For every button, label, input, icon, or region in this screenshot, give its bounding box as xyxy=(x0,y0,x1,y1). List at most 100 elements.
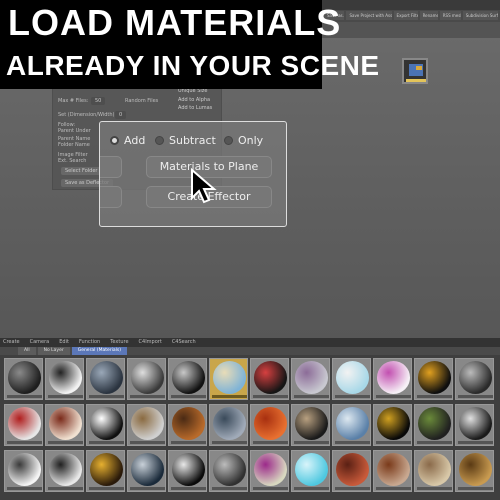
material-name-label xyxy=(48,487,83,490)
material-preview-sphere xyxy=(254,361,287,394)
material-thumbnail[interactable] xyxy=(168,358,207,400)
toolbar-button[interactable]: Export Filter xyxy=(393,11,418,20)
material-thumbnail[interactable] xyxy=(414,358,453,400)
material-preview-sphere xyxy=(131,453,164,486)
material-preview-sphere xyxy=(418,361,451,394)
select-folder-button[interactable]: Select Folder xyxy=(61,167,102,175)
material-thumbnail[interactable] xyxy=(373,450,412,492)
material-preview-sphere xyxy=(295,453,328,486)
material-preview-sphere xyxy=(295,407,328,440)
material-thumbnail[interactable] xyxy=(373,404,412,446)
add-to-alpha-option[interactable]: Add to Alpha xyxy=(178,97,210,103)
material-name-label xyxy=(171,441,206,444)
toolbar-button[interactable]: Subdivision Surface xyxy=(462,11,498,20)
material-thumbnail[interactable] xyxy=(86,358,125,400)
material-name-label xyxy=(253,395,288,398)
material-preview-sphere xyxy=(418,453,451,486)
material-thumbnail[interactable] xyxy=(455,404,494,446)
tab-general[interactable]: General (Materials) xyxy=(71,347,128,355)
material-thumbnail[interactable] xyxy=(291,358,330,400)
material-thumbnail[interactable] xyxy=(455,450,494,492)
image-filter-field[interactable]: Ext. Search xyxy=(58,158,86,164)
material-thumbnail[interactable] xyxy=(332,358,371,400)
material-thumbnail[interactable] xyxy=(45,358,84,400)
material-name-label xyxy=(212,441,247,444)
material-thumbnail[interactable] xyxy=(209,358,248,400)
tab-all[interactable]: All xyxy=(18,347,36,355)
material-thumbnail[interactable] xyxy=(332,404,371,446)
material-thumbnail[interactable] xyxy=(291,404,330,446)
material-name-label xyxy=(458,441,493,444)
material-thumbnail[interactable] xyxy=(455,358,494,400)
material-thumbnail[interactable] xyxy=(414,404,453,446)
material-thumbnail[interactable] xyxy=(45,404,84,446)
material-name-label xyxy=(417,395,452,398)
image-file-icon[interactable] xyxy=(402,58,428,84)
add-to-lumas-option[interactable]: Add to Lumas xyxy=(178,105,212,111)
material-name-label xyxy=(376,487,411,490)
tab-no-layer[interactable]: No Layer xyxy=(37,347,70,355)
set-dimension-label[interactable]: Set (Dimension/Width) xyxy=(58,112,115,118)
material-thumbnail[interactable] xyxy=(332,450,371,492)
material-preview-sphere xyxy=(90,453,123,486)
material-thumbnail[interactable] xyxy=(168,450,207,492)
material-name-label xyxy=(376,441,411,444)
material-thumbnail[interactable] xyxy=(4,358,43,400)
menu-texture[interactable]: Texture xyxy=(110,338,128,347)
material-thumbnail[interactable] xyxy=(4,404,43,446)
material-thumbnail[interactable] xyxy=(291,450,330,492)
menu-c4import[interactable]: C4Import xyxy=(139,338,162,347)
material-thumbnail[interactable] xyxy=(127,358,166,400)
mode-radio-add[interactable]: Add xyxy=(110,134,145,147)
material-thumbnail[interactable] xyxy=(250,404,289,446)
radio-dot-icon xyxy=(155,136,164,145)
material-layer-tabs: All No Layer General (Materials) xyxy=(0,347,500,355)
material-thumbnail[interactable] xyxy=(127,450,166,492)
max-files-field[interactable]: 50 xyxy=(91,97,106,105)
toolbar-button[interactable]: Save Project with Assets... xyxy=(346,11,392,20)
material-thumbnail[interactable] xyxy=(209,404,248,446)
material-thumbnail[interactable] xyxy=(86,404,125,446)
set-dimension-field[interactable]: 0 xyxy=(115,111,127,119)
side-button[interactable] xyxy=(100,156,122,178)
material-thumbnail[interactable] xyxy=(250,450,289,492)
material-name-label xyxy=(171,395,206,398)
random-files-label[interactable]: Random Files xyxy=(125,98,158,104)
material-thumbnail[interactable] xyxy=(45,450,84,492)
material-preview-sphere xyxy=(459,453,492,486)
menu-c4search[interactable]: C4Search xyxy=(172,338,196,347)
material-thumbnail[interactable] xyxy=(250,358,289,400)
mode-radio-subtract[interactable]: Subtract xyxy=(155,134,216,147)
material-preview-sphere xyxy=(418,407,451,440)
material-preview-sphere xyxy=(8,453,41,486)
material-thumbnail[interactable] xyxy=(4,450,43,492)
toolbar-button[interactable]: Rename xyxy=(419,11,438,20)
side-button[interactable] xyxy=(100,186,122,208)
mode-radio-only[interactable]: Only xyxy=(224,134,263,147)
material-name-label xyxy=(253,487,288,490)
material-thumbnail[interactable] xyxy=(127,404,166,446)
material-preview-sphere xyxy=(90,407,123,440)
material-name-label xyxy=(130,441,165,444)
material-thumbnail[interactable] xyxy=(373,358,412,400)
option-checklist: Unique Size Add to Alpha Add to Lumas xyxy=(178,86,228,116)
material-preview-sphere xyxy=(172,453,205,486)
material-name-label xyxy=(48,441,83,444)
folder-name-option[interactable]: Folder Name xyxy=(58,142,90,148)
material-thumbnail[interactable] xyxy=(209,450,248,492)
material-name-label xyxy=(171,487,206,490)
material-preview-sphere xyxy=(295,361,328,394)
menu-camera[interactable]: Camera xyxy=(30,338,50,347)
follow-dropdown[interactable]: Parent Under xyxy=(58,128,91,134)
material-thumbnail[interactable] xyxy=(414,450,453,492)
material-name-label xyxy=(376,395,411,398)
material-name-label xyxy=(335,441,370,444)
menu-function[interactable]: Function xyxy=(79,338,100,347)
menu-create[interactable]: Create xyxy=(3,338,20,347)
material-thumbnail[interactable] xyxy=(168,404,207,446)
toolbar-button[interactable]: RSS mesh xyxy=(439,11,461,20)
material-thumbnail[interactable] xyxy=(86,450,125,492)
material-preview-sphere xyxy=(172,407,205,440)
menu-edit[interactable]: Edit xyxy=(59,338,69,347)
material-name-label xyxy=(253,441,288,444)
